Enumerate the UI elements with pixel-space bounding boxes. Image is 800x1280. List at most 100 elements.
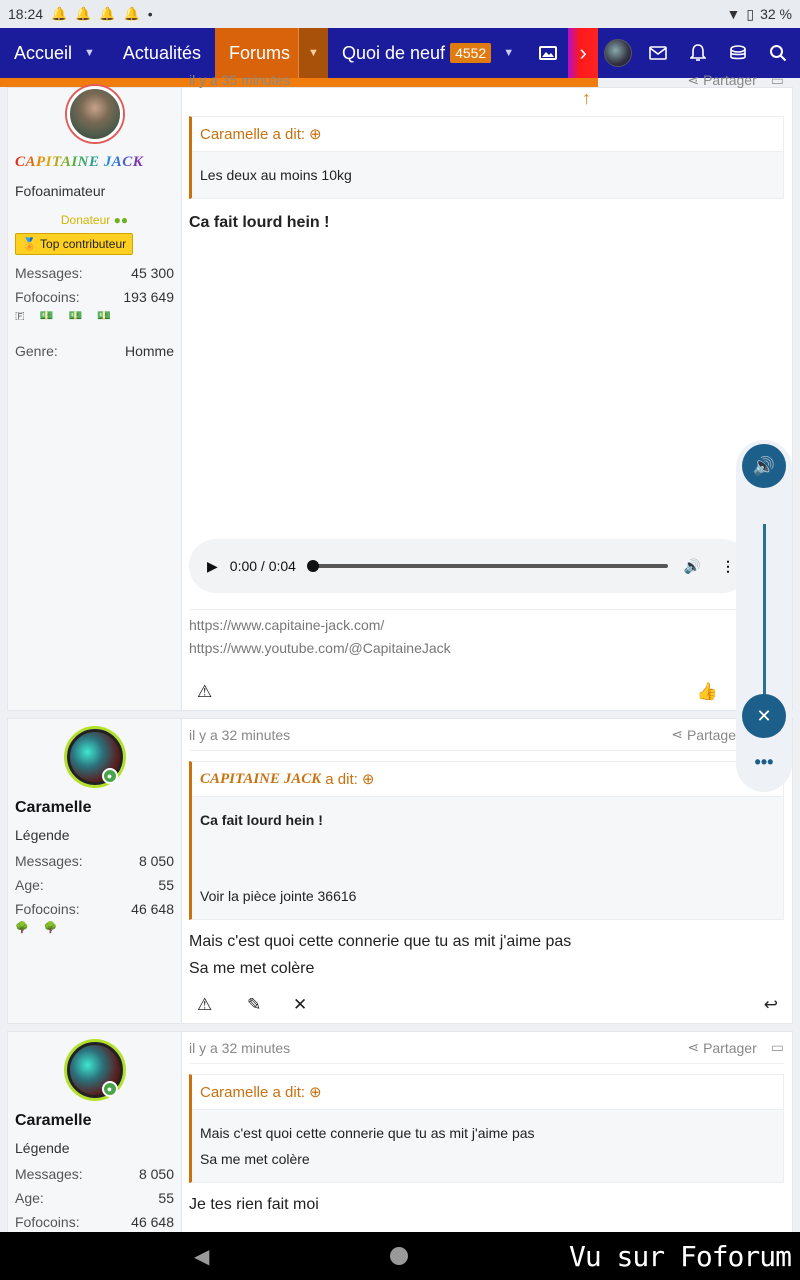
- whatsnew-count-badge: 4552: [450, 43, 492, 63]
- reply-icon[interactable]: ↩: [738, 995, 778, 1015]
- username[interactable]: CAPITAINE JACK: [15, 154, 174, 171]
- share-button[interactable]: ⋖ Partage: [671, 726, 736, 743]
- floating-media-toolbar: 🔊 ✕ •••: [736, 440, 792, 792]
- attachment-link[interactable]: Voir la pièce jointe 36616: [200, 883, 775, 909]
- coins-icon[interactable]: [718, 45, 758, 61]
- report-icon[interactable]: ⚠: [197, 682, 237, 702]
- report-icon[interactable]: ⚠: [197, 995, 237, 1015]
- seek-handle[interactable]: [306, 560, 319, 572]
- chevron-down-icon[interactable]: ▼: [297, 28, 328, 78]
- watermark: Vu sur Foforum: [560, 1232, 800, 1280]
- signature-link[interactable]: https://www.capitaine-jack.com/: [189, 614, 784, 637]
- audio-time: 0:00 / 0:04: [229, 558, 296, 574]
- quote-author[interactable]: Caramelle a dit: ⊕: [192, 1075, 783, 1110]
- volume-slider[interactable]: [763, 524, 766, 704]
- user-title: Légende: [15, 827, 70, 843]
- chevron-down-icon[interactable]: ▼: [503, 47, 514, 59]
- message-area: il y a 32 minutes ⋖ Partager ▭ Caramelle …: [189, 1032, 792, 1218]
- bell-icon[interactable]: [678, 44, 718, 62]
- stat-label: Fofocoins:: [15, 1214, 80, 1230]
- back-icon[interactable]: ◀: [194, 1244, 209, 1269]
- post: CAPITAINE JACK Fofoanimateur Donateur ●●…: [7, 72, 793, 711]
- post-actions: ⚠ ✎ ✕ ↩: [189, 995, 792, 1015]
- nav-whatsnew[interactable]: Quoi de neuf 4552 ▼: [328, 28, 528, 78]
- quote-author-text: Caramelle a dit:: [200, 1083, 306, 1101]
- more-notifications-dot: •: [147, 6, 153, 22]
- quote-text: Ca fait lourd hein !: [200, 812, 323, 828]
- quote-block: Caramelle a dit: ⊕ Mais c'est quoi cette…: [189, 1074, 784, 1183]
- share-button[interactable]: ⋖ Partager: [687, 1039, 756, 1056]
- arrow-up-icon[interactable]: ↑: [582, 88, 591, 109]
- username[interactable]: Caramelle: [15, 1112, 174, 1130]
- trophy-icons: 🇫 💵 💵 💵: [15, 310, 117, 322]
- message-line: Mais c'est quoi cette connerie que tu as…: [189, 933, 572, 950]
- audio-seek-bar[interactable]: [306, 560, 668, 572]
- trophy-icons: 🌳 🌳: [15, 922, 64, 934]
- stat-messages: Messages: 8 050: [15, 849, 174, 873]
- bookmark-icon[interactable]: ▭: [771, 72, 784, 89]
- message-text: Mais c'est quoi cette connerie que tu as…: [189, 928, 784, 982]
- share-icon: ⋖: [687, 1039, 700, 1055]
- user-title: Légende: [15, 1140, 70, 1156]
- post: ● Caramelle Légende Messages: 8 050 Age: 5…: [7, 718, 793, 1024]
- nav-news[interactable]: Actualités: [109, 28, 215, 78]
- online-status-icon: ●: [101, 1081, 118, 1097]
- quote-author[interactable]: Caramelle a dit: ⊕: [192, 117, 783, 152]
- wifi-icon: ▼: [726, 6, 741, 22]
- bookmark-icon[interactable]: ▭: [771, 1039, 784, 1056]
- edit-icon[interactable]: ✎: [247, 995, 287, 1015]
- volume-icon[interactable]: 🔊: [684, 558, 701, 575]
- thumbs-up-icon[interactable]: 👍: [678, 682, 718, 702]
- stat-value: 55: [158, 1190, 174, 1206]
- chevron-right-icon[interactable]: ›: [568, 28, 599, 78]
- more-options-icon[interactable]: •••: [736, 752, 792, 773]
- envelope-icon[interactable]: [638, 46, 678, 60]
- avatar[interactable]: ●: [66, 1042, 123, 1098]
- post-meta: il y a 32 minutes ⋖ Partager ▭: [189, 1032, 784, 1064]
- stat-value: 55: [158, 877, 174, 893]
- nav-forums[interactable]: Forums ▼: [214, 28, 328, 78]
- nav-whatsnew-label: Quoi de neuf: [341, 42, 446, 63]
- post-time[interactable]: il y a 35 minutes: [189, 72, 290, 88]
- mute-icon[interactable]: ✕: [742, 694, 786, 738]
- donateur-label: Donateur ●●: [15, 213, 174, 227]
- play-icon[interactable]: ▶: [207, 558, 218, 575]
- nav-home[interactable]: Accueil ▼: [0, 28, 109, 78]
- media-icon[interactable]: [528, 45, 568, 61]
- avatar[interactable]: ●: [66, 729, 123, 785]
- message-text: Ca fait lourd hein !: [189, 214, 330, 231]
- delete-icon[interactable]: ✕: [293, 995, 333, 1015]
- nav-home-label: Accueil: [14, 42, 73, 63]
- stat-age: Age: 55: [15, 1186, 174, 1210]
- quote-line: Mais c'est quoi cette connerie que tu as…: [200, 1125, 535, 1141]
- home-icon[interactable]: [390, 1247, 408, 1265]
- username[interactable]: Caramelle: [15, 799, 174, 817]
- arrow-up-circle-icon[interactable]: ⊕: [309, 1083, 322, 1101]
- user-avatar-button[interactable]: [598, 39, 638, 67]
- arrow-up-circle-icon[interactable]: ⊕: [309, 125, 322, 143]
- post-time[interactable]: il y a 32 minutes: [189, 727, 290, 743]
- stat-label: Fofocoins:: [15, 901, 80, 917]
- share-button[interactable]: ⋖ Partager: [687, 72, 756, 89]
- stat-label: Messages:: [15, 265, 83, 281]
- stat-value: 8 050: [138, 853, 174, 869]
- share-label: Partage: [686, 726, 736, 743]
- speaker-icon[interactable]: 🔊: [742, 444, 786, 488]
- bell-icon: 🔔: [123, 6, 140, 21]
- chevron-down-icon[interactable]: ▼: [84, 47, 95, 59]
- post-actions: ⚠ 👍: [189, 682, 792, 702]
- stat-fofocoins: Fofocoins: 193 649: [15, 285, 174, 309]
- share-label: Partager: [703, 72, 757, 88]
- post-time[interactable]: il y a 32 minutes: [189, 1040, 290, 1056]
- more-options-icon[interactable]: ⋮: [721, 558, 735, 575]
- search-icon[interactable]: [758, 44, 798, 62]
- quote-author[interactable]: CAPITAINE JACK a dit: ⊕: [192, 762, 783, 797]
- quote-content: Ca fait lourd hein ! Voir la pièce joint…: [192, 797, 783, 919]
- top-navigation: Accueil ▼ Actualités Forums ▼ Quoi de ne…: [0, 28, 800, 78]
- avatar[interactable]: [66, 86, 123, 142]
- bell-icon: 🔔: [51, 6, 68, 21]
- audio-player: ▶ 0:00 / 0:04 🔊 ⋮: [189, 539, 749, 593]
- arrow-up-circle-icon[interactable]: ⊕: [362, 770, 375, 788]
- signature-link[interactable]: https://www.youtube.com/@CapitaineJack: [189, 637, 784, 660]
- stat-value: Homme: [124, 343, 174, 359]
